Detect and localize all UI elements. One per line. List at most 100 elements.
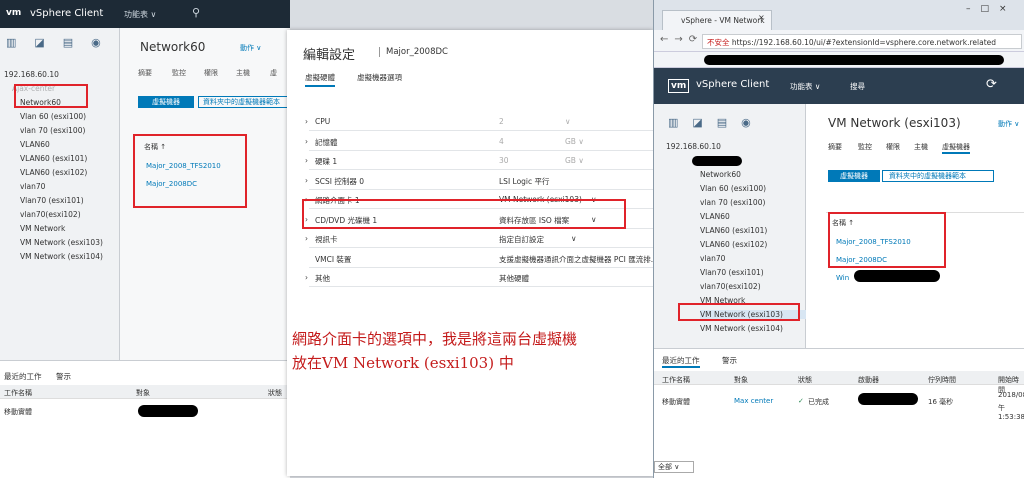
annotation-box bbox=[302, 199, 626, 229]
search-field[interactable]: 搜尋 bbox=[850, 81, 865, 92]
chevron-down-icon[interactable]: ∨ bbox=[565, 117, 571, 126]
expand-icon[interactable]: › bbox=[305, 234, 308, 243]
filter-select[interactable]: 全部 ∨ bbox=[654, 461, 694, 473]
column-header[interactable]: 狀態 bbox=[798, 375, 812, 385]
annotation-line: 放在VM Network (esxi103) 中 bbox=[292, 354, 514, 372]
tree-item[interactable]: 192.168.60.10 bbox=[4, 70, 59, 79]
tree-item[interactable]: Vlan70 (esxi101) bbox=[700, 268, 764, 277]
tab-recent-tasks[interactable]: 最近的工作 bbox=[4, 371, 42, 382]
right-header: vm vSphere Client 功能表 ∨ 搜尋 ⟳ bbox=[654, 68, 1024, 104]
actions-menu[interactable]: 動作 ∨ bbox=[240, 43, 261, 53]
column-header[interactable]: 啟動器 bbox=[858, 375, 879, 385]
hardware-value[interactable]: 其他硬體 bbox=[499, 273, 529, 284]
navigator-tab-icons[interactable]: ▥◪▤◉ bbox=[6, 36, 119, 49]
tab-recent-tasks[interactable]: 最近的工作 bbox=[662, 355, 700, 368]
tab-item[interactable]: 虛擬機器 bbox=[942, 142, 970, 154]
hardware-value[interactable]: 支援虛擬機器通訊介面之虛擬機器 PCI 匯流排... bbox=[499, 254, 658, 265]
tab-vm-options[interactable]: 虛擬機器選項 bbox=[357, 72, 402, 83]
tree-item[interactable]: VLAN60 (esxi102) bbox=[20, 168, 87, 177]
task-target[interactable]: Max center bbox=[734, 397, 773, 405]
refresh-icon[interactable]: ⟳ bbox=[986, 77, 997, 92]
tab-alarms[interactable]: 警示 bbox=[56, 371, 71, 382]
vmware-logo: vm bbox=[668, 79, 690, 93]
tree-item[interactable]: VLAN60 bbox=[20, 140, 50, 149]
browser-tab[interactable]: vSphere - VM Network bbox=[662, 10, 772, 30]
hardware-value[interactable]: 30 bbox=[499, 156, 509, 165]
address-bar[interactable]: 不安全 https://192.168.60.10/ui/#?extension… bbox=[702, 34, 1022, 49]
expand-icon[interactable]: › bbox=[305, 117, 308, 126]
subtab-vms[interactable]: 虛擬機器 bbox=[138, 96, 194, 108]
chevron-down-icon[interactable]: GB ∨ bbox=[565, 137, 584, 146]
window-controls[interactable]: –□× bbox=[966, 4, 1017, 14]
close-icon[interactable]: × bbox=[758, 13, 765, 22]
hardware-row[interactable]: › CPU 2 ∨ bbox=[305, 112, 653, 131]
hardware-row[interactable]: › SCSI 控制器 0 LSI Logic 平行 bbox=[305, 171, 653, 190]
tree-item[interactable]: Vlan 60 (esxi100) bbox=[700, 184, 766, 193]
hardware-value[interactable]: LSI Logic 平行 bbox=[499, 176, 550, 187]
hardware-row[interactable]: › 記憶體 4 GB ∨ bbox=[305, 132, 653, 151]
tree-item[interactable]: VM Network bbox=[20, 224, 65, 233]
tree-item[interactable]: 192.168.60.10 bbox=[666, 142, 721, 151]
tab-summary[interactable]: 摘要 bbox=[138, 68, 152, 78]
task-name: 移動實體 bbox=[662, 398, 690, 406]
expand-icon[interactable]: › bbox=[305, 273, 308, 282]
actions-menu[interactable]: 動作 ∨ bbox=[998, 119, 1019, 129]
tab-vms[interactable]: 虛 bbox=[270, 68, 277, 78]
subtab-templates[interactable]: 資料夾中的虛擬機器範本 bbox=[882, 170, 994, 182]
nav-back-forward-icon[interactable]: ←→⟳ bbox=[660, 34, 703, 45]
hardware-label: SCSI 控制器 0 bbox=[315, 176, 365, 186]
tab-monitor[interactable]: 監控 bbox=[172, 68, 186, 78]
tree-item[interactable]: Vlan 60 (esxi100) bbox=[20, 112, 86, 121]
tree-item[interactable]: VLAN60 (esxi102) bbox=[700, 240, 767, 249]
tab-item[interactable]: 摘要 bbox=[828, 142, 842, 152]
menu-button[interactable]: 功能表 ∨ bbox=[124, 9, 156, 20]
status-ok-icon: ✓ bbox=[798, 397, 804, 405]
tree-item[interactable]: VM Network (esxi104) bbox=[20, 252, 103, 261]
tree-item[interactable]: VLAN60 (esxi101) bbox=[700, 226, 767, 235]
tab-item[interactable]: 監控 bbox=[858, 142, 872, 152]
hardware-value[interactable]: 指定自訂設定 bbox=[499, 234, 544, 245]
hardware-label: 視訊卡 bbox=[315, 235, 338, 244]
menu-button[interactable]: 功能表 ∨ bbox=[790, 81, 820, 92]
col-task-name: 工作名稱 bbox=[4, 389, 32, 397]
tree-item[interactable]: vlan 70 (esxi100) bbox=[700, 198, 765, 207]
hardware-row[interactable]: VMCI 裝置 支援虛擬機器通訊介面之虛擬機器 PCI 匯流排... bbox=[309, 249, 658, 268]
expand-icon[interactable]: › bbox=[305, 176, 308, 185]
right-recent-tasks: 最近的工作 警示 工作名稱 對象 狀態 啟動器 佇列時間 開始時間 移動實體 Max ce… bbox=[654, 348, 1024, 478]
vm-link[interactable]: Win bbox=[836, 274, 849, 282]
tree-item[interactable]: VM Network (esxi103) bbox=[20, 238, 103, 247]
vmware-logo: vm bbox=[6, 8, 22, 18]
chevron-down-icon[interactable]: GB ∨ bbox=[565, 156, 584, 165]
chevron-down-icon[interactable]: ∨ bbox=[571, 234, 577, 243]
expand-icon[interactable]: › bbox=[305, 156, 308, 165]
tree-item[interactable]: VM Network (esxi104) bbox=[700, 324, 783, 333]
tree-item[interactable]: VLAN60 bbox=[700, 212, 730, 221]
hardware-row[interactable]: › 其他 其他硬體 bbox=[305, 268, 653, 287]
tab-item[interactable]: 權限 bbox=[886, 142, 900, 152]
expand-icon[interactable]: › bbox=[305, 137, 308, 146]
tab-hosts[interactable]: 主機 bbox=[236, 68, 250, 78]
tree-item[interactable]: vlan70(esxi102) bbox=[20, 210, 81, 219]
search-icon[interactable]: ⚲ bbox=[192, 6, 200, 19]
hardware-value[interactable]: 4 bbox=[499, 137, 504, 146]
tree-item[interactable]: Vlan70 (esxi101) bbox=[20, 196, 84, 205]
subtab-vms[interactable]: 虛擬機器 bbox=[828, 170, 880, 182]
subtab-templates[interactable]: 資料夾中的虛擬機器範本 bbox=[198, 96, 290, 108]
tab-virtual-hardware[interactable]: 虛擬硬體 bbox=[305, 72, 335, 87]
tree-item[interactable]: vlan70 bbox=[20, 182, 45, 191]
tree-item[interactable]: VLAN60 (esxi101) bbox=[20, 154, 87, 163]
column-header[interactable]: 工作名稱 bbox=[662, 375, 690, 385]
navigator-tab-icons[interactable]: ▥◪▤◉ bbox=[668, 116, 765, 129]
column-header[interactable]: 佇列時間 bbox=[928, 375, 956, 385]
tree-item[interactable]: vlan70 bbox=[700, 254, 725, 263]
tree-item[interactable]: Network60 bbox=[700, 170, 741, 179]
tree-item[interactable]: vlan 70 (esxi100) bbox=[20, 126, 85, 135]
hardware-value[interactable]: 2 bbox=[499, 117, 504, 126]
tree-item[interactable]: vlan70(esxi102) bbox=[700, 282, 761, 291]
column-header[interactable]: 對象 bbox=[734, 375, 748, 385]
tab-permissions[interactable]: 權限 bbox=[204, 68, 218, 78]
hardware-row[interactable]: › 視訊卡 指定自訂設定 ∨ bbox=[305, 229, 653, 248]
tab-item[interactable]: 主機 bbox=[914, 142, 928, 152]
hardware-row[interactable]: › 硬碟 1 30 GB ∨ bbox=[305, 151, 653, 170]
tab-alarms[interactable]: 警示 bbox=[722, 355, 737, 366]
